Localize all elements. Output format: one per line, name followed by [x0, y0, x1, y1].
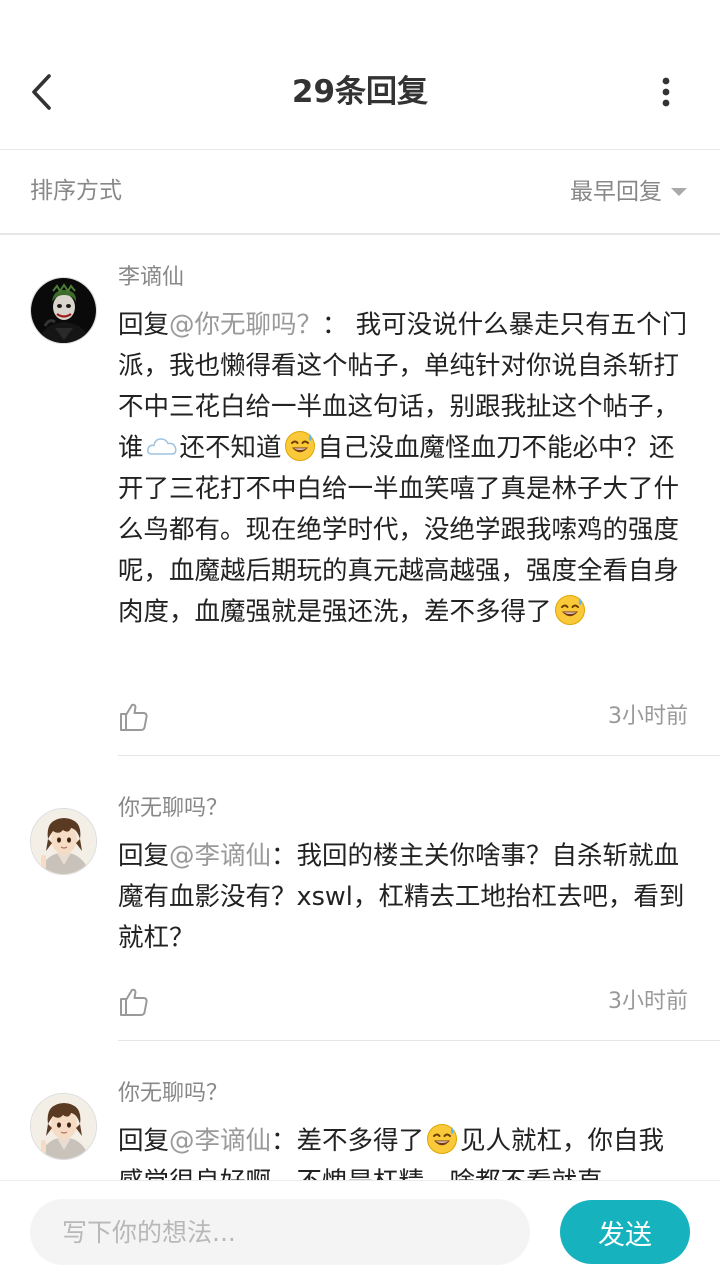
sweat-smile-emoji — [284, 430, 316, 462]
divider — [118, 755, 720, 756]
comment-time: 3小时前 — [608, 989, 688, 1014]
comment-text-segment: 还不知道 — [179, 433, 282, 463]
mention-link[interactable]: @李谪仙 — [169, 1126, 271, 1156]
sort-dropdown[interactable]: 最早回复 — [570, 176, 688, 208]
thumbs-up-icon — [120, 988, 148, 1016]
sweat-smile-emoji — [426, 1123, 458, 1155]
sweat-smile-emoji — [554, 594, 586, 626]
reply-prefix: 回复 — [118, 841, 170, 871]
reply-prefix: 回复 — [118, 310, 170, 340]
comment-item: 你无聊吗？ 回复@李谪仙：差不多得了见人就杠，你自我感觉很良好啊，不愧是杠精，啥… — [0, 1041, 720, 1180]
avatar[interactable] — [30, 1093, 97, 1160]
comment-author[interactable]: 你无聊吗？ — [118, 1079, 228, 1109]
vertical-ellipsis-icon — [662, 77, 670, 107]
reply-prefix: 回复 — [118, 1126, 170, 1156]
thumbs-up-icon — [120, 703, 148, 731]
comment-author[interactable]: 李谪仙 — [118, 263, 184, 293]
comment-text: 回复@李谪仙：我回的楼主关你啥事？自杀斩就血魔有血影没有？xswl，杠精去工地抬… — [118, 836, 688, 959]
anime-boy-avatar-image — [31, 1094, 96, 1159]
sort-label: 排序方式 — [30, 178, 122, 204]
joker-avatar-image — [31, 278, 96, 343]
comment-text-segment: ：差不多得了 — [271, 1126, 425, 1156]
caret-down-icon — [671, 188, 687, 196]
top-nav-bar: 29条回复 — [0, 0, 720, 150]
avatar[interactable] — [30, 808, 97, 875]
mention-link[interactable]: @你无聊吗？ — [169, 310, 322, 340]
comment-author[interactable]: 你无聊吗？ — [118, 794, 228, 824]
comment-input[interactable] — [30, 1199, 530, 1265]
comment-text: 回复@李谪仙：差不多得了见人就杠，你自我感觉很良好啊，不愧是杠精，啥都不看就直 — [118, 1121, 688, 1180]
send-button[interactable]: 发送 — [560, 1200, 690, 1264]
back-button[interactable] — [22, 70, 66, 114]
like-button[interactable] — [118, 986, 150, 1018]
more-options-button[interactable] — [650, 72, 682, 112]
comment-composer: 发送 — [0, 1180, 720, 1280]
chevron-left-icon — [32, 74, 51, 110]
like-button[interactable] — [118, 701, 150, 733]
page-title: 29条回复 — [291, 74, 429, 110]
cloud-emoji — [146, 438, 177, 455]
sort-value: 最早回复 — [570, 179, 662, 205]
anime-boy-avatar-image — [31, 809, 96, 874]
sort-bar: 排序方式 最早回复 — [0, 150, 720, 235]
comment-time: 3小时前 — [608, 704, 688, 729]
comment-text: 回复@你无聊吗？： 我可没说什么暴走只有五个门派，我也懒得看这个帖子，单纯针对你… — [118, 305, 688, 633]
avatar[interactable] — [30, 277, 97, 344]
mention-link[interactable]: @李谪仙 — [169, 841, 271, 871]
